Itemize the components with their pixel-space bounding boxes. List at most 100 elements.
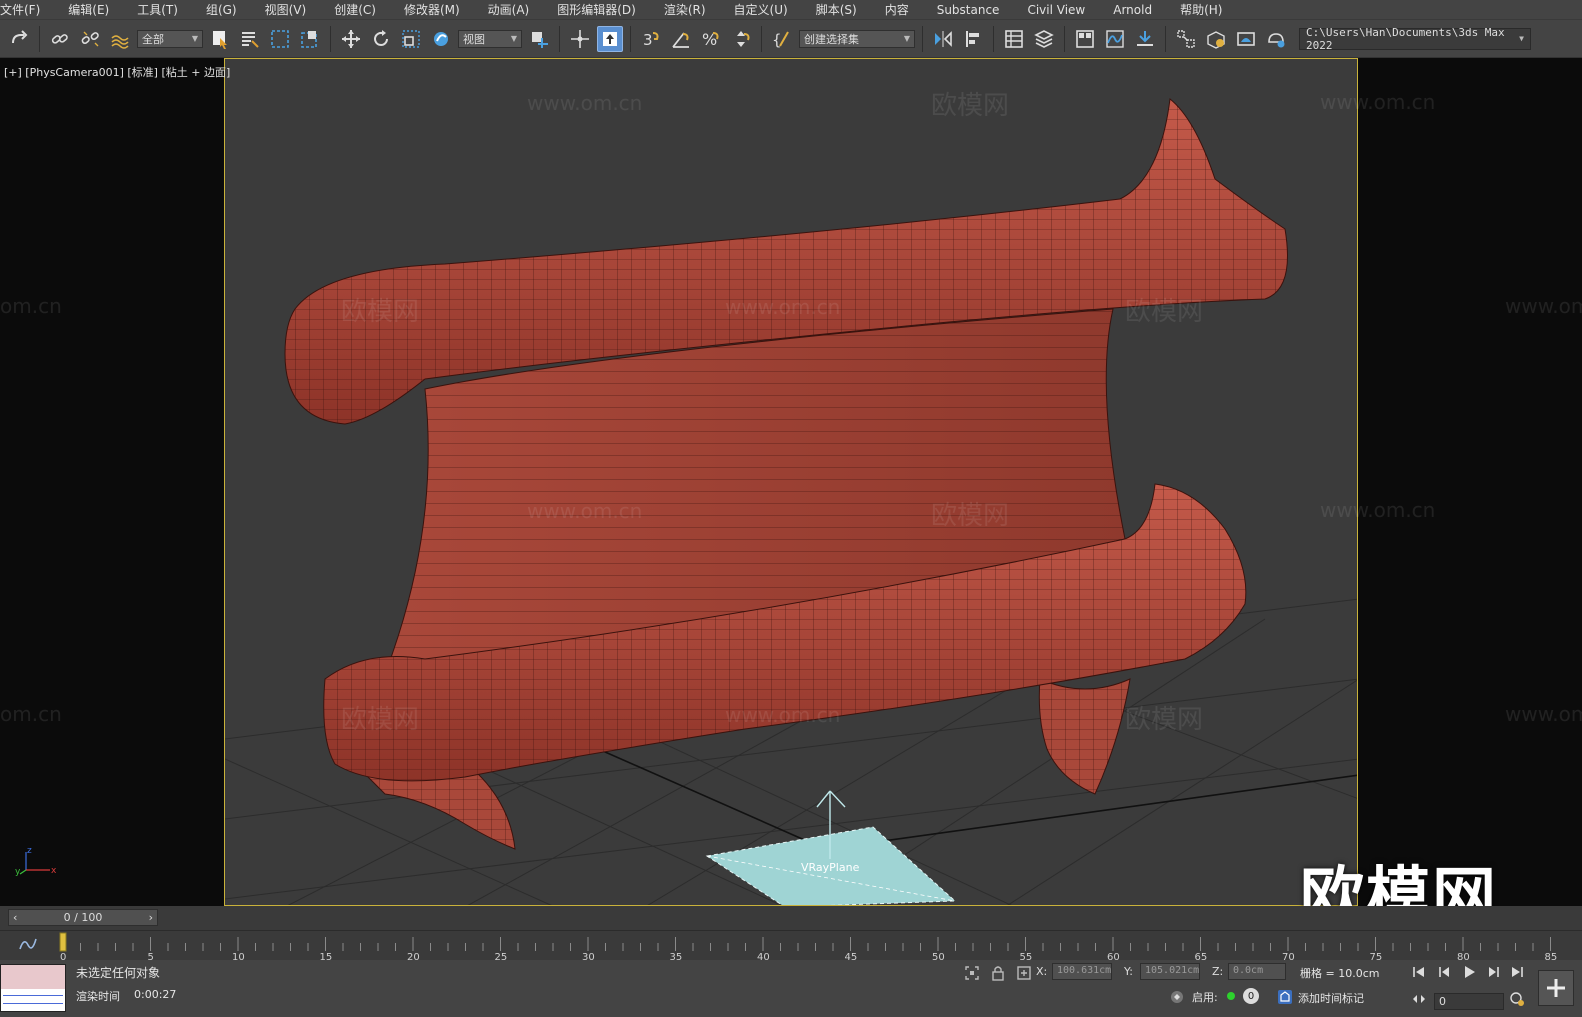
viewport-label[interactable]: [+] [PhysCamera001] [标准] [粘土 + 边面]: [4, 64, 230, 80]
window-crossing-icon[interactable]: [297, 26, 323, 52]
track-bar-ruler[interactable]: 0 5 10 15 20 25 30 35 40 45 50 55 60 65 70 75 80 85: [0, 931, 1582, 961]
chevron-down-icon: ▼: [903, 34, 910, 43]
curve-editor-icon[interactable]: [1102, 26, 1128, 52]
move-icon[interactable]: [338, 26, 364, 52]
menu-edit[interactable]: 编辑(E): [54, 0, 123, 20]
pivot-center-icon[interactable]: [526, 26, 552, 52]
next-frame-icon[interactable]: [1484, 963, 1502, 981]
timeline-ticks: [62, 937, 1551, 951]
reference-coordinate-dropdown[interactable]: 视图 ▼: [458, 29, 522, 48]
menu-substance[interactable]: Substance: [923, 0, 1014, 20]
time-tag-icon[interactable]: [1276, 988, 1294, 1006]
placement-icon[interactable]: [428, 26, 454, 52]
time-slider[interactable]: ‹ 0 / 100 ›: [0, 906, 1582, 930]
unlink-icon[interactable]: [77, 26, 103, 52]
redo-icon[interactable]: [6, 26, 32, 52]
spinner-snap-icon[interactable]: [728, 26, 754, 52]
add-time-tag-label[interactable]: 添加时间标记: [1298, 990, 1364, 1006]
menu-rendering[interactable]: 渲染(R): [650, 0, 720, 20]
time-slider-thumb[interactable]: ‹ 0 / 100 ›: [8, 909, 158, 926]
menu-modifiers[interactable]: 修改器(M): [390, 0, 474, 20]
select-by-name-icon[interactable]: [237, 26, 263, 52]
adaptive-degradation-icon[interactable]: [1168, 988, 1186, 1006]
toolbar-divider: [330, 25, 331, 52]
chevron-down-icon: ▼: [510, 34, 517, 43]
go-to-start-icon[interactable]: [1410, 963, 1428, 981]
svg-text:3: 3: [643, 31, 653, 49]
menu-group[interactable]: 组(G): [192, 0, 251, 20]
mirror-icon[interactable]: [930, 26, 956, 52]
menu-views[interactable]: 视图(V): [251, 0, 321, 20]
enable-count-badge[interactable]: 0: [1243, 988, 1259, 1004]
bind-space-warp-icon[interactable]: [107, 26, 133, 52]
previous-frame-icon[interactable]: [1436, 963, 1454, 981]
menu-scripting[interactable]: 脚本(S): [802, 0, 871, 20]
green-status-dot-icon: [1227, 992, 1235, 1000]
y-coord-field[interactable]: 105.021cm: [1140, 963, 1200, 980]
rectangular-selection-icon[interactable]: [267, 26, 293, 52]
selection-lock-icon[interactable]: [989, 964, 1007, 982]
go-to-end-icon[interactable]: [1508, 963, 1526, 981]
menu-content[interactable]: 内容: [871, 0, 923, 20]
rendered-frame-window-icon[interactable]: [1233, 26, 1259, 52]
named-selection-dropdown[interactable]: 创建选择集 ▼: [799, 29, 915, 48]
selection-filter-dropdown[interactable]: 全部 ▼: [137, 29, 203, 48]
chevron-right-icon[interactable]: ›: [149, 911, 153, 924]
viewport[interactable]: [+] [PhysCamera001] [标准] [粘土 + 边面] VRayP…: [0, 58, 1582, 935]
link-icon[interactable]: [47, 26, 73, 52]
y-coord-label: Y:: [1124, 965, 1133, 978]
material-editor-icon[interactable]: [1173, 26, 1199, 52]
keyboard-shortcut-override-icon[interactable]: [597, 25, 623, 52]
menu-animation[interactable]: 动画(A): [474, 0, 544, 20]
select-object-icon[interactable]: [207, 26, 233, 52]
angle-snap-icon[interactable]: [668, 26, 694, 52]
menu-arnold[interactable]: Arnold: [1099, 0, 1166, 20]
scale-icon[interactable]: [398, 26, 424, 52]
menu-help[interactable]: 帮助(H): [1166, 0, 1236, 20]
menu-graph-editors[interactable]: 图形编辑器(D): [543, 0, 650, 20]
menu-tools[interactable]: 工具(T): [123, 0, 192, 20]
render-setup-icon[interactable]: [1203, 26, 1229, 52]
toolbar-divider: [630, 25, 631, 52]
toolbar-divider: [1165, 25, 1166, 52]
render-production-icon[interactable]: [1263, 26, 1289, 52]
align-icon[interactable]: [960, 26, 986, 52]
x-coord-label: X:: [1036, 965, 1048, 978]
snaps-toggle-icon[interactable]: 3: [638, 26, 664, 52]
chevron-left-icon[interactable]: ‹: [13, 911, 17, 924]
schematic-view-icon[interactable]: [1132, 26, 1158, 52]
mini-curve-editor-icon[interactable]: [18, 935, 38, 953]
maxscript-listener-input[interactable]: [1, 965, 65, 989]
key-mode-toggle-icon[interactable]: [1410, 990, 1428, 1008]
z-coord-field[interactable]: 0.0cm: [1228, 963, 1286, 980]
edit-named-selection-icon[interactable]: {: [769, 26, 795, 52]
menu-civil-view[interactable]: Civil View: [1013, 0, 1099, 20]
time-cursor[interactable]: [59, 932, 67, 952]
z-coord-label: Z:: [1212, 965, 1224, 978]
maxscript-listener[interactable]: [0, 964, 66, 1012]
scene-explorer-icon[interactable]: [1001, 26, 1027, 52]
layer-explorer-icon[interactable]: [1031, 26, 1057, 52]
scene-canvas[interactable]: VRayPlane: [225, 59, 1358, 906]
project-path-field[interactable]: C:\Users\Han\Documents\3ds Max 2022 ▼: [1299, 26, 1531, 52]
status-bar: 未选定任何对象 渲染时间 0:00:27 X: 100.631cm Y: 105…: [0, 960, 1582, 1017]
percent-snap-icon[interactable]: %: [698, 26, 724, 52]
x-coord-field[interactable]: 100.631cm: [1052, 963, 1112, 980]
rotate-icon[interactable]: [368, 26, 394, 52]
track-bar[interactable]: 0 5 10 15 20 25 30 35 40 45 50 55 60 65 70 75 80 85: [0, 930, 1582, 961]
add-key-button[interactable]: [1538, 970, 1574, 1006]
svg-text:{: {: [772, 31, 782, 49]
toolbar-divider: [761, 25, 762, 52]
menu-create[interactable]: 创建(C): [320, 0, 390, 20]
select-and-manipulate-icon[interactable]: [567, 26, 593, 52]
ribbon-toggle-icon[interactable]: [1072, 26, 1098, 52]
menu-customize[interactable]: 自定义(U): [720, 0, 802, 20]
axis-z-label: z: [27, 846, 32, 856]
current-frame-field[interactable]: 0: [1434, 993, 1504, 1010]
play-icon[interactable]: [1460, 963, 1478, 981]
time-configuration-icon[interactable]: [1508, 990, 1526, 1008]
isolate-selection-icon[interactable]: [963, 964, 981, 982]
selection-filter-value: 全部: [142, 32, 164, 46]
menu-file[interactable]: 文件(F): [0, 0, 54, 20]
absolute-mode-icon[interactable]: [1015, 964, 1033, 982]
